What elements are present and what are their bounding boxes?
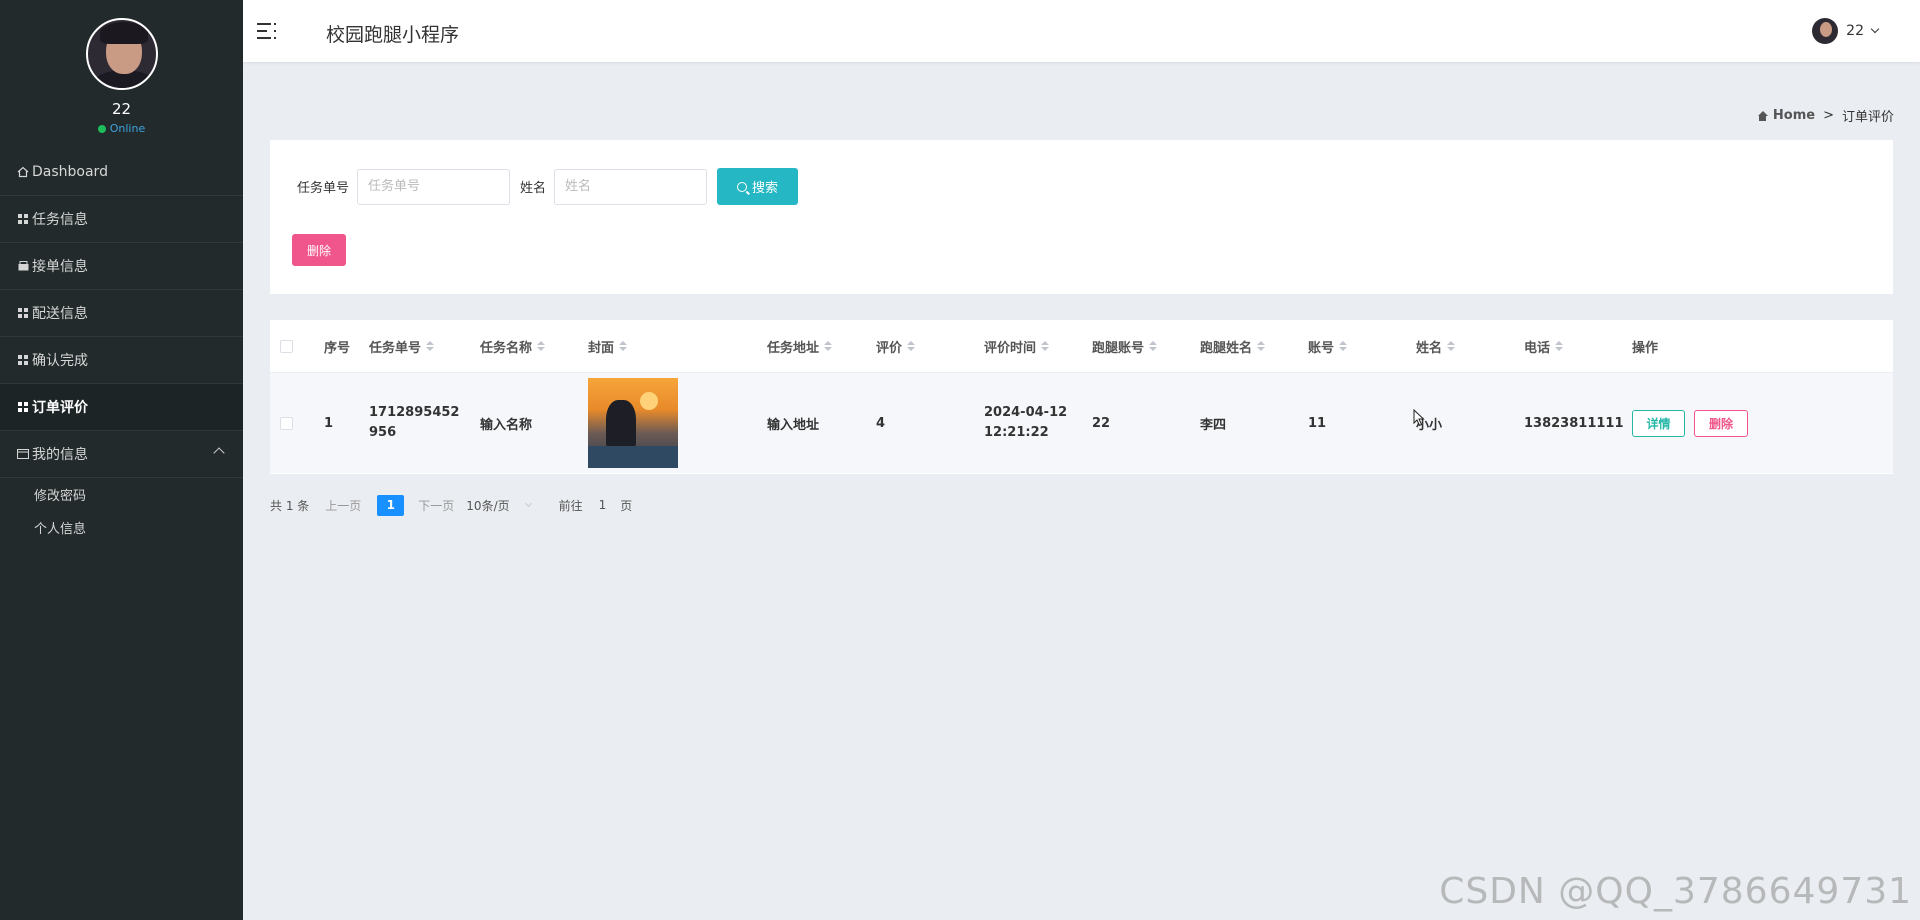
search-icon	[737, 181, 748, 192]
chevron-up-icon	[213, 447, 225, 459]
inbox-icon	[17, 260, 29, 272]
goto-page-input[interactable]: 1	[599, 498, 607, 512]
sidebar-subitem-personal-info[interactable]: 个人信息	[0, 511, 243, 544]
page-size-select[interactable]: 10条/页	[466, 497, 532, 514]
cell-task-name: 输入名称	[480, 417, 533, 433]
sort-icon	[1041, 341, 1050, 351]
col-runner-name[interactable]: 跑腿姓名	[1200, 337, 1266, 356]
sort-icon	[1149, 341, 1158, 351]
cell-rating: 4	[876, 415, 886, 431]
col-rating[interactable]: 评价	[876, 337, 916, 356]
page-suffix: 页	[620, 498, 633, 513]
pagination-total: 共 1 条	[270, 498, 310, 513]
row-delete-button[interactable]: 删除	[1694, 409, 1748, 437]
chevron-down-icon	[524, 499, 532, 508]
menu-toggle-icon[interactable]	[257, 22, 277, 40]
sort-icon	[824, 341, 833, 351]
sidebar-item-accept-info[interactable]: 接单信息	[0, 243, 243, 290]
goto-label: 前往	[558, 498, 583, 513]
review-table: 序号 任务单号 任务名称 封面 任务地址 评价 评价时间 跑腿账号 跑腿姓名 账…	[270, 320, 1893, 474]
col-account[interactable]: 账号	[1308, 337, 1348, 356]
cell-time: 2024-04-12 12:21:22	[984, 405, 1068, 440]
grid-icon	[17, 354, 29, 366]
sidebar-menu: Dashboard 任务信息 接单信息 配送信息 确认完成 订单评价 我的信息 …	[0, 149, 243, 544]
task-no-label: 任务单号	[297, 181, 350, 196]
cell-runner-name: 李四	[1200, 417, 1227, 433]
cell-actions: 详情 删除	[1632, 409, 1748, 437]
site-title: 校园跑腿小程序	[326, 24, 460, 46]
col-time[interactable]: 评价时间	[984, 337, 1050, 356]
sort-icon	[1339, 341, 1348, 351]
detail-button[interactable]: 详情	[1632, 409, 1685, 437]
col-task-name[interactable]: 任务名称	[480, 337, 546, 356]
sort-icon	[426, 341, 435, 351]
grid-icon	[17, 307, 29, 319]
pagination-prev[interactable]: 上一页	[325, 497, 361, 514]
sort-icon	[1257, 341, 1266, 351]
sidebar-item-order-review[interactable]: 订单评价	[0, 384, 243, 431]
user-status: Online	[0, 122, 243, 135]
sort-icon	[537, 341, 546, 351]
sidebar-item-my-info[interactable]: 我的信息	[0, 431, 243, 478]
pagination: 共 1 条 上一页 1 下一页 10条/页 前往 1 页	[270, 494, 632, 516]
sidebar-item-task-info[interactable]: 任务信息	[0, 196, 243, 243]
col-task-no[interactable]: 任务单号	[369, 337, 435, 356]
search-panel: 任务单号 姓名 搜索 删除	[270, 140, 1893, 294]
table-header: 序号 任务单号 任务名称 封面 任务地址 评价 评价时间 跑腿账号 跑腿姓名 账…	[270, 320, 1893, 373]
search-button[interactable]: 搜索	[717, 168, 799, 205]
home-icon	[17, 166, 29, 178]
cell-address: 输入地址	[767, 417, 820, 433]
user-avatar	[85, 18, 158, 90]
row-checkbox[interactable]	[280, 416, 293, 430]
col-runner-account[interactable]: 跑腿账号	[1092, 337, 1158, 356]
breadcrumb-separator: >	[1823, 108, 1834, 123]
top-header: 校园跑腿小程序 22	[243, 0, 1920, 62]
batch-delete-button[interactable]: 删除	[292, 234, 346, 266]
cell-runner-account: 22	[1092, 415, 1111, 431]
watermark: CSDN @QQ_3786649731	[1439, 871, 1912, 912]
breadcrumb-current: 订单评价	[1841, 110, 1894, 125]
header-user-name: 22	[1846, 23, 1864, 39]
id-card-icon	[17, 448, 29, 460]
task-no-input[interactable]	[357, 168, 511, 205]
sort-icon	[907, 341, 916, 351]
sidebar: 22 Online Dashboard 任务信息 接单信息 配送信息 确认完成	[0, 0, 243, 920]
pagination-next[interactable]: 下一页	[418, 497, 454, 514]
pagination-current-page[interactable]: 1	[377, 494, 405, 516]
home-icon	[1757, 110, 1768, 121]
sidebar-item-dashboard[interactable]: Dashboard	[0, 149, 243, 196]
name-label: 姓名	[520, 181, 547, 196]
header-user-menu[interactable]: 22	[1812, 18, 1880, 44]
col-address[interactable]: 任务地址	[767, 337, 833, 356]
cell-account: 11	[1308, 415, 1327, 431]
sort-icon	[619, 341, 628, 351]
cell-index: 1	[324, 415, 334, 431]
online-dot-icon	[97, 124, 106, 133]
breadcrumb-home[interactable]: Home	[1757, 108, 1815, 123]
col-index: 序号	[324, 340, 351, 356]
header-avatar	[1812, 18, 1839, 44]
sidebar-subitem-change-password[interactable]: 修改密码	[0, 478, 243, 511]
cell-task-no: 1712895452956	[369, 405, 460, 440]
sidebar-item-delivery-info[interactable]: 配送信息	[0, 290, 243, 337]
sidebar-user-name: 22	[111, 100, 132, 118]
col-name[interactable]: 姓名	[1416, 337, 1456, 356]
grid-icon	[17, 213, 29, 225]
cell-cover	[588, 378, 678, 468]
select-all-checkbox[interactable]	[280, 339, 293, 353]
breadcrumb: Home > 订单评价	[1757, 106, 1894, 125]
grid-icon	[17, 401, 29, 413]
sidebar-item-confirm-complete[interactable]: 确认完成	[0, 337, 243, 384]
sort-icon	[1447, 341, 1456, 351]
col-cover[interactable]: 封面	[588, 337, 628, 356]
col-actions: 操作	[1632, 340, 1659, 356]
table-row: 1 1712895452956 输入名称 输入地址 4 2024-04-12 1…	[270, 373, 1893, 473]
cover-image	[588, 378, 678, 468]
search-row: 任务单号 姓名 搜索	[297, 168, 799, 205]
chevron-down-icon	[1870, 24, 1880, 34]
sort-icon	[1555, 341, 1564, 351]
cell-phone: 13823811111	[1524, 415, 1624, 431]
name-input[interactable]	[554, 168, 708, 205]
col-phone[interactable]: 电话	[1524, 337, 1564, 356]
